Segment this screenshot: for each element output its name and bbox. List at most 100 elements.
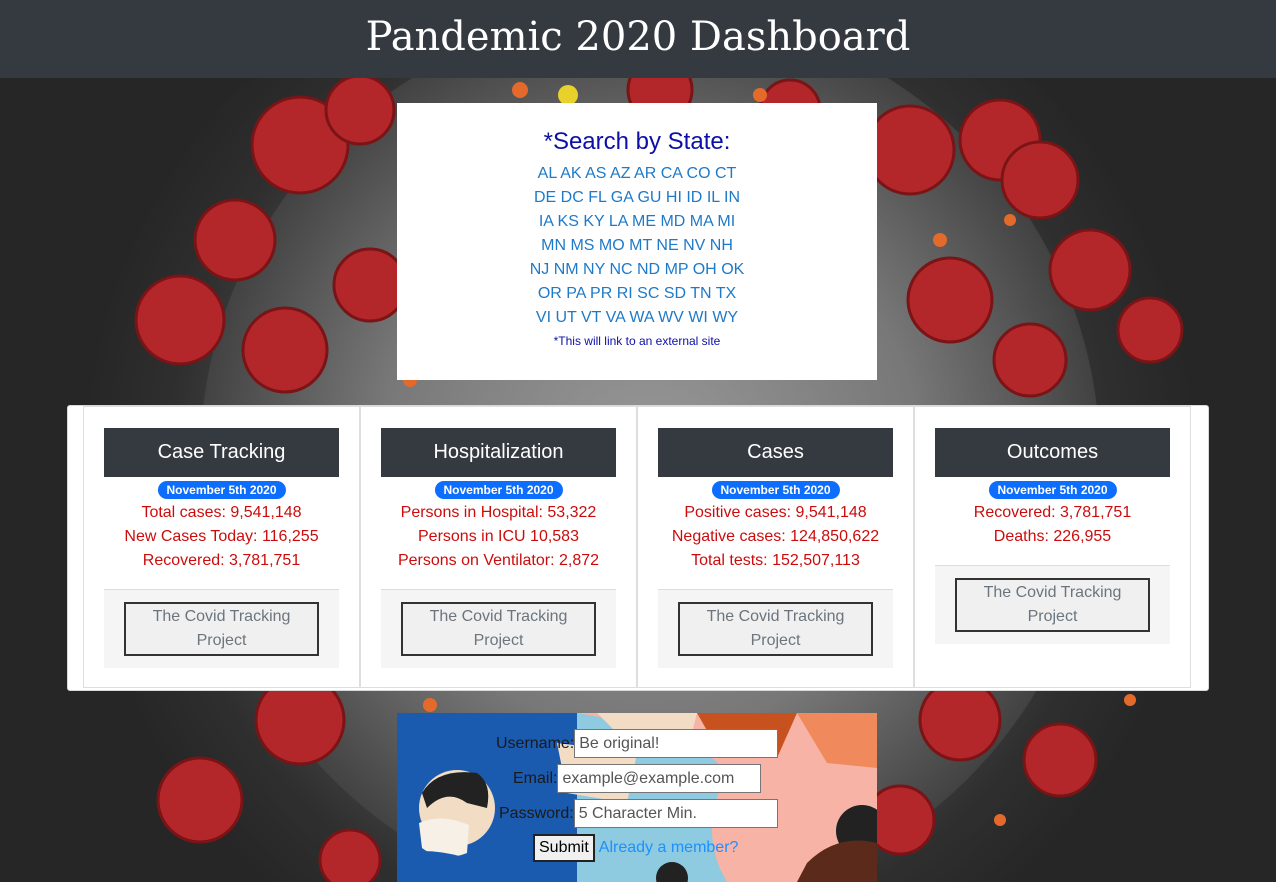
state-link-de[interactable]: DE <box>534 189 556 206</box>
state-link-va[interactable]: VA <box>606 309 625 326</box>
card-footer: The Covid Tracking Project <box>658 589 893 668</box>
state-link-ok[interactable]: OK <box>721 261 744 278</box>
state-link-nh[interactable]: NH <box>710 237 733 254</box>
state-link-nc[interactable]: NC <box>609 261 632 278</box>
state-link-ms[interactable]: MS <box>570 237 594 254</box>
date-badge: November 5th 2020 <box>157 481 286 499</box>
state-link-la[interactable]: LA <box>609 213 628 230</box>
stat-recovered: Recovered: 3,781,751 <box>973 504 1132 521</box>
state-link-wy[interactable]: WY <box>712 309 738 326</box>
state-link-co[interactable]: CO <box>687 165 711 182</box>
state-row: OR PA PR RI SC SD TN TX <box>397 282 877 306</box>
stats-card-group: Case Tracking November 5th 2020 Total ca… <box>67 405 1209 691</box>
state-link-sd[interactable]: SD <box>664 285 686 302</box>
username-label: Username: <box>496 734 575 752</box>
state-link-or[interactable]: OR <box>538 285 562 302</box>
state-link-ut[interactable]: UT <box>555 309 576 326</box>
state-link-as[interactable]: AS <box>585 165 606 182</box>
already-member-link[interactable]: Already a member? <box>599 839 739 857</box>
card-footer: The Covid Tracking Project <box>104 589 339 668</box>
state-link-mo[interactable]: MO <box>599 237 625 254</box>
password-row: Password: <box>499 799 778 828</box>
state-link-ga[interactable]: GA <box>611 189 633 206</box>
state-row: AL AK AS AZ AR CA CO CT <box>397 162 877 186</box>
card-hospitalization: Hospitalization November 5th 2020 Person… <box>360 406 637 688</box>
state-link-tx[interactable]: TX <box>716 285 736 302</box>
state-link-al[interactable]: AL <box>538 165 557 182</box>
state-link-wa[interactable]: WA <box>629 309 653 326</box>
state-link-az[interactable]: AZ <box>610 165 630 182</box>
state-row: MN MS MO MT NE NV NH <box>397 234 877 258</box>
state-link-dc[interactable]: DC <box>561 189 584 206</box>
state-link-md[interactable]: MD <box>660 213 685 230</box>
card-title: Hospitalization <box>381 428 616 477</box>
state-link-ri[interactable]: RI <box>617 285 633 302</box>
state-link-wv[interactable]: WV <box>658 309 684 326</box>
submit-row: Submit Already a member? <box>533 834 738 862</box>
stat-total-cases: Total cases: 9,541,148 <box>141 504 302 521</box>
state-link-tn[interactable]: TN <box>690 285 711 302</box>
covid-tracking-project-button[interactable]: The Covid Tracking Project <box>401 602 596 656</box>
state-link-vi[interactable]: VI <box>536 309 551 326</box>
state-link-ak[interactable]: AK <box>560 165 581 182</box>
state-link-id[interactable]: ID <box>686 189 702 206</box>
state-link-nv[interactable]: NV <box>683 237 705 254</box>
state-link-nm[interactable]: NM <box>554 261 579 278</box>
state-link-gu[interactable]: GU <box>637 189 661 206</box>
date-badge: November 5th 2020 <box>711 481 840 499</box>
state-link-ky[interactable]: KY <box>583 213 604 230</box>
card-footer: The Covid Tracking Project <box>381 589 616 668</box>
stat-persons-hospital: Persons in Hospital: 53,322 <box>400 504 597 521</box>
state-link-in[interactable]: IN <box>724 189 740 206</box>
state-link-sc[interactable]: SC <box>637 285 659 302</box>
card-stats: Positive cases: 9,541,148 Negative cases… <box>638 501 913 573</box>
state-link-fl[interactable]: FL <box>588 189 606 206</box>
state-link-ne[interactable]: NE <box>656 237 678 254</box>
stat-persons-icu: Persons in ICU 10,583 <box>418 528 579 545</box>
state-link-ct[interactable]: CT <box>715 165 736 182</box>
state-link-nd[interactable]: ND <box>637 261 660 278</box>
state-link-mt[interactable]: MT <box>629 237 652 254</box>
state-link-ma[interactable]: MA <box>690 213 713 230</box>
search-title: *Search by State: <box>543 128 731 155</box>
state-link-ar[interactable]: AR <box>634 165 656 182</box>
state-link-hi[interactable]: HI <box>666 189 682 206</box>
page-header: Pandemic 2020 Dashboard <box>0 0 1276 78</box>
email-input[interactable] <box>557 764 762 793</box>
state-link-oh[interactable]: OH <box>693 261 717 278</box>
external-site-note: *This will link to an external site <box>553 334 721 348</box>
state-row: VI UT VT VA WA WV WI WY <box>397 306 877 330</box>
password-label: Password: <box>499 804 574 822</box>
card-case-tracking: Case Tracking November 5th 2020 Total ca… <box>83 406 360 688</box>
email-label: Email: <box>513 769 558 787</box>
card-title: Outcomes <box>935 428 1170 477</box>
username-input[interactable] <box>574 729 779 758</box>
state-link-ia[interactable]: IA <box>539 213 553 230</box>
state-link-me[interactable]: ME <box>632 213 656 230</box>
stat-negative-cases: Negative cases: 124,850,622 <box>671 528 880 545</box>
state-link-ny[interactable]: NY <box>583 261 605 278</box>
submit-button[interactable]: Submit <box>533 834 595 862</box>
state-link-pa[interactable]: PA <box>566 285 585 302</box>
state-link-pr[interactable]: PR <box>590 285 612 302</box>
stat-persons-ventilator: Persons on Ventilator: 2,872 <box>397 552 600 569</box>
state-link-mp[interactable]: MP <box>665 261 689 278</box>
state-row: IA KS KY LA ME MD MA MI <box>397 210 877 234</box>
state-link-mn[interactable]: MN <box>541 237 566 254</box>
covid-tracking-project-button[interactable]: The Covid Tracking Project <box>955 578 1150 632</box>
state-link-wi[interactable]: WI <box>688 309 708 326</box>
stat-deaths: Deaths: 226,955 <box>993 528 1112 545</box>
password-input[interactable] <box>573 799 778 828</box>
signup-form-panel: Username: Email: Password: Submit Alread… <box>397 713 877 882</box>
covid-tracking-project-button[interactable]: The Covid Tracking Project <box>124 602 319 656</box>
state-link-ca[interactable]: CA <box>661 165 682 182</box>
state-link-vt[interactable]: VT <box>581 309 601 326</box>
state-link-il[interactable]: IL <box>707 189 720 206</box>
state-row: NJ NM NY NC ND MP OH OK <box>397 258 877 282</box>
state-link-mi[interactable]: MI <box>717 213 735 230</box>
covid-tracking-project-button[interactable]: The Covid Tracking Project <box>678 602 873 656</box>
state-link-ks[interactable]: KS <box>558 213 579 230</box>
state-link-nj[interactable]: NJ <box>530 261 550 278</box>
state-search-panel: *Search by State: AL AK AS AZ AR CA CO C… <box>397 103 877 380</box>
state-link-list: AL AK AS AZ AR CA CO CT DE DC FL GA GU HI… <box>397 162 877 330</box>
